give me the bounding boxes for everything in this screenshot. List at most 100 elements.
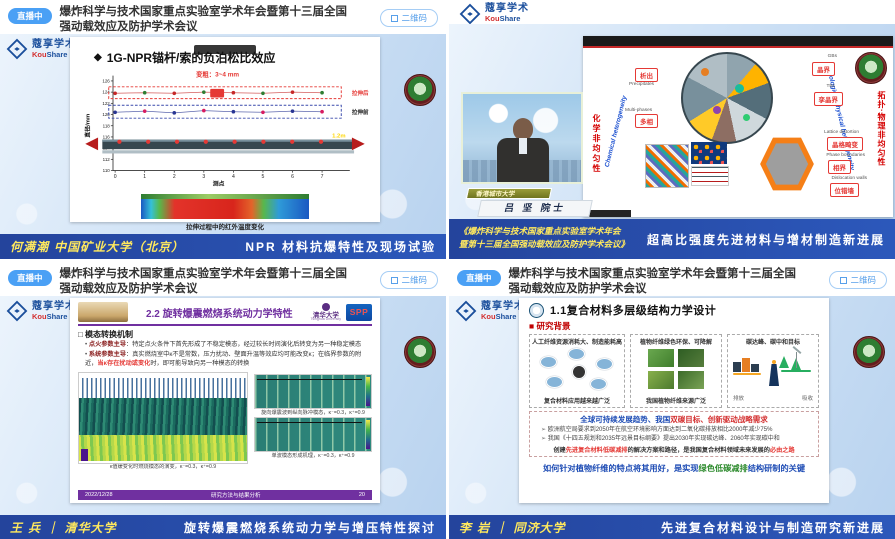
slide-title: 2.2 旋转爆震燃烧系统动力学特性 (133, 305, 306, 320)
svg-text:拉伸后: 拉伸后 (352, 89, 369, 97)
koushare-logo[interactable]: 蔻享学术 KouShare (6, 38, 76, 60)
video-page-header: 直播中 爆炸科学与技术国家重点实验室学术年会暨第十三届全国强动载效应及防护学术会… (449, 262, 895, 296)
live-badge: 直播中 (8, 8, 52, 24)
ppt-section: 研究方法与结果分析 (211, 491, 261, 499)
chip-phase: 相界 (828, 160, 851, 174)
qr-icon (840, 277, 847, 284)
balance-pillar-icon (769, 364, 779, 386)
caption-main: κ值缓变化时燃烧模态的演变，κ⁻=0.3，κ⁺=0.9 (78, 464, 248, 471)
screenshot-grid: 直播中 爆炸科学与技术国家重点实验室学术年会暨第十三届全国强动载效应及防护学术会… (0, 0, 895, 539)
strategy-box: 全球可持续发展趋势、我国双碳目标、创新驱动战略需求 欧洲航空局要求到2050年在… (529, 411, 819, 457)
detonation-band (79, 398, 247, 435)
tsinghua-seal-icon (322, 303, 330, 311)
video-player[interactable]: 蔻享学术 KouShare 1.1复合材料多层级结构力学设计 ■ 研究背景 人工… (449, 296, 895, 515)
chip-gb: 晶界 (812, 62, 835, 76)
qr-code-button[interactable]: 二维码 (380, 271, 438, 289)
strain-wave-image (691, 166, 729, 186)
svg-text:7: 7 (321, 174, 324, 180)
koushare-logo[interactable]: 蔻享学术 KouShare (449, 0, 529, 24)
talk-title: 超高比强度先进材料与增材制造新进展 (647, 231, 885, 248)
talk-title: 先进复合材料设计与制造研究新进展 (661, 519, 885, 536)
svg-text:5: 5 (262, 174, 265, 180)
label-dislocation-en: Dislocation walls (832, 176, 867, 181)
svg-text:1: 1 (143, 174, 146, 180)
qr-icon (391, 277, 398, 284)
background-boxes: 人工纤维资源消耗大、制造能耗高 复合材料应用越来越广泛 植物纤维绿色环保、可降解 (529, 334, 819, 408)
svg-text:0: 0 (114, 174, 117, 180)
wind-turbine-icon (796, 352, 798, 368)
speaker-torso (497, 138, 549, 182)
chip-precipitate: 析出 (635, 68, 658, 82)
spp-logo: SPP (346, 304, 372, 321)
video-player[interactable]: 蔻享学术 KouShare ◆ 1G-NPR锚杆/索的负泊松比效应 110112… (0, 34, 446, 234)
conclusion-line: 创建先进复合材料低碳减排的解决方案和路径，是我国复合材料领域未来发展的必由之路 (535, 445, 813, 454)
bullet-china: 我国《十四五规划和2035年远景目标纲要》提出2030年实现碳达峰、2060年实… (541, 436, 813, 444)
video-player[interactable]: 蔻享学术 KouShare 2.2 旋转爆震燃烧系统动力学特性 清华大学 Tsi… (0, 296, 446, 515)
ppt-footer-bar: 2022/12/28 研究方法与结果分析 20 (78, 490, 372, 500)
spectrogram-small-2 (254, 417, 372, 452)
spectrogram-main-wrap: κ值缓变化时燃烧模态的演变，κ⁻=0.3，κ⁺=0.9 (78, 372, 248, 471)
speaker-name-tag: 吕 坚 院士 (477, 200, 593, 217)
conference-title: 爆炸科学与技术国家重点实验室学术年会暨第十三届全国强动载效应及防护学术会议 (60, 5, 352, 35)
infrared-image (141, 194, 309, 219)
strategy-headline: 全球可持续发展趋势、我国双碳目标、创新驱动战略需求 (535, 414, 813, 425)
balance-labels: 排放 吸收 (733, 394, 813, 402)
slide-header: 1.1复合材料多层级结构力学设计 (529, 302, 819, 318)
chip-lattice: 晶格畸变 (827, 137, 863, 151)
video-page-header: 直播中 爆炸科学与技术国家重点实验室学术年会暨第十三届全国强动载效应及防护学术会… (0, 0, 446, 34)
conference-caption: 《爆炸科学与技术国家重点实验室学术年会暨第十三届全国强动载效应及防护学术会议》 (459, 226, 629, 252)
live-badge: 直播中 (457, 270, 501, 286)
bullet-ignition: 点火参数主导：特定点火条件下首先形成了不稳定模态，经过较长时间演化后转变为另一种… (85, 341, 372, 350)
speaker-name: 何满潮 中国矿业大学（北京） (10, 238, 184, 255)
brand-zh: 蔻享学术 (485, 4, 529, 14)
svg-text:118: 118 (103, 123, 111, 128)
video-page-header: 直播中 爆炸科学与技术国家重点实验室学术年会暨第十三届全国强动载效应及防护学术会… (0, 262, 446, 296)
spectrogram-row: κ值缓变化时燃烧模态的演变，κ⁻=0.3，κ⁺=0.9 旋向爆震波到纵向脉冲模态… (78, 372, 372, 471)
qr-code-button[interactable]: 二维码 (380, 9, 438, 27)
svg-text:测点: 测点 (213, 179, 225, 187)
svg-text:112: 112 (103, 157, 111, 162)
svg-text:6: 6 (291, 174, 294, 180)
video-player[interactable]: 化学非均匀性 Chemical heterogeneity Topologica… (449, 24, 895, 219)
tsinghua-auditorium-photo (78, 302, 128, 322)
section-heading: ■ 研究背景 (529, 320, 819, 332)
speaker-bar: 《爆炸科学与技术国家重点实验室学术年会暨第十三届全国强动载效应及防护学术会议》 … (449, 219, 895, 259)
caption-small-2: 单波模态形成机理，κ⁻=0.3，κ⁺=0.9 (254, 453, 372, 460)
svg-text:1.2m: 1.2m (332, 133, 345, 139)
ppt-page-number: 20 (359, 492, 365, 498)
hea-mosaic-image (645, 144, 689, 188)
svg-text:直径/mm: 直径/mm (84, 114, 92, 138)
key-question-line: 如何针对植物纤维的特点将其用好，是实现绿色低碳减排结构研制的关键 (529, 462, 819, 474)
label-multiphase-en: Multi-phases (625, 108, 652, 113)
koushare-logo[interactable]: 蔻享学术 KouShare (6, 300, 76, 322)
qr-code-button[interactable]: 二维码 (829, 271, 887, 289)
label-lattice-en: Lattice distortion (824, 130, 859, 135)
grain-dot (701, 68, 709, 76)
svg-text:3: 3 (202, 174, 205, 180)
left-tray (733, 373, 761, 375)
quadrant-bottom-right: 直播中 爆炸科学与技术国家重点实验室学术年会暨第十三届全国强动载效应及防护学术会… (449, 262, 895, 539)
label-tb-en: TBs (826, 84, 835, 89)
box-artificial-fiber: 人工纤维资源消耗大、制造能耗高 复合材料应用越来越广泛 (529, 334, 625, 408)
talk-title: NPR 材料抗爆特性及现场试验 (245, 238, 436, 255)
application-cycle-icon (538, 348, 616, 392)
speaker-university-tag: 香港城市大学 (466, 188, 552, 199)
label-chemical-en: Chemical heterogeneity (599, 77, 632, 185)
koushare-logo[interactable]: 蔻享学术 KouShare (455, 300, 525, 322)
tree-icon (779, 356, 789, 368)
talk-title: 旋转爆震燃烧系统动力学与增压特性探讨 (184, 519, 436, 536)
label-chemical-zh: 化学非均匀性 (591, 114, 602, 174)
label-gb-en: GBs (828, 54, 837, 59)
player-top-strip: 蔻享学术 KouShare (449, 0, 895, 25)
spectrogram-main (78, 372, 248, 464)
svg-text:110: 110 (103, 168, 111, 173)
label-precipitates-en: Precipitates (629, 82, 654, 87)
speaker-bar: 何满潮 中国矿业大学（北京） NPR 材料抗爆特性及现场试验 (0, 234, 446, 259)
box-carbon-goals: 碳达峰、碳中和目标 排放 (727, 334, 819, 408)
carbon-balance-icon (731, 348, 815, 392)
tsinghua-logo: 清华大学 Tsinghua University (311, 303, 341, 322)
slide-header: 2.2 旋转爆震燃烧系统动力学特性 清华大学 Tsinghua Universi… (78, 302, 372, 326)
slide-title: 1.1复合材料多层级结构力学设计 (550, 302, 716, 318)
koushare-diamond-icon (455, 300, 477, 322)
conference-title: 爆炸科学与技术国家重点实验室学术年会暨第十三届全国强动载效应及防护学术会议 (509, 267, 801, 297)
